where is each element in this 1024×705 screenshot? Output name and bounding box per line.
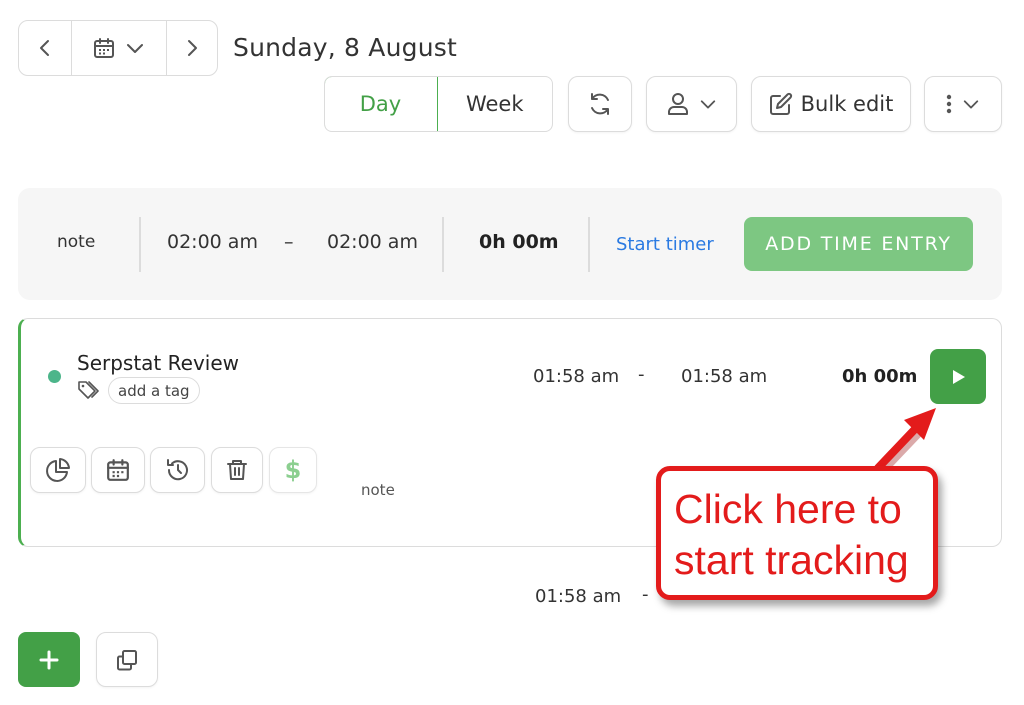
calendar-icon	[107, 459, 129, 481]
calendar-picker-button[interactable]	[71, 21, 166, 75]
callout-text: Click here to start tracking	[674, 484, 934, 586]
start-tracking-button[interactable]	[930, 349, 986, 404]
copy-icon	[117, 649, 137, 670]
entry-note[interactable]: note	[361, 481, 395, 499]
delete-button[interactable]	[211, 447, 263, 493]
end-time-input[interactable]: 02:00 am	[327, 231, 418, 253]
add-tag-button[interactable]: add a tag	[108, 377, 200, 404]
project-color-dot	[48, 370, 61, 383]
add-entry-button[interactable]	[18, 632, 80, 687]
user-icon	[667, 93, 688, 115]
duration-input[interactable]: 0h 00m	[479, 231, 559, 253]
chevron-left-icon	[40, 40, 49, 56]
bulk-edit-label: Bulk edit	[800, 92, 894, 116]
trash-icon	[227, 460, 247, 480]
plus-icon	[39, 650, 59, 669]
chevron-right-icon	[188, 40, 197, 56]
note-input[interactable]: note	[57, 232, 95, 252]
prev-day-button[interactable]	[19, 21, 71, 75]
play-icon	[953, 369, 965, 384]
tab-day[interactable]: Day	[325, 77, 438, 131]
entry-end-time[interactable]: 01:58 am	[681, 366, 767, 387]
kebab-icon	[946, 94, 952, 114]
date-button[interactable]	[91, 447, 145, 493]
user-filter-button[interactable]	[646, 76, 737, 132]
entry-duration[interactable]: 0h 00m	[842, 366, 917, 387]
calendar-icon	[94, 38, 114, 58]
tab-week[interactable]: Week	[438, 77, 553, 131]
callout-line-1: Click here to	[674, 486, 902, 532]
next-entry-start-time: 01:58 am	[535, 586, 622, 607]
bulk-edit-button[interactable]: Bulk edit	[751, 76, 911, 132]
chevron-down-icon	[700, 100, 715, 109]
dollar-icon: $	[284, 456, 302, 484]
duplicate-button[interactable]	[96, 632, 158, 687]
history-icon	[166, 459, 188, 481]
project-name[interactable]: Serpstat Review	[77, 351, 239, 375]
report-button[interactable]	[30, 447, 86, 493]
more-options-button[interactable]	[924, 76, 1002, 132]
time-separator: –	[284, 231, 294, 253]
callout-arrow	[874, 408, 936, 475]
divider	[442, 217, 444, 272]
add-time-entry-button[interactable]: ADD TIME ENTRY	[744, 217, 973, 271]
refresh-button[interactable]	[568, 76, 632, 132]
divider	[139, 217, 141, 272]
history-button[interactable]	[150, 447, 205, 493]
refresh-icon	[591, 93, 609, 115]
next-day-button[interactable]	[166, 21, 217, 75]
time-separator: -	[638, 364, 645, 385]
start-timer-link[interactable]: Start timer	[616, 234, 714, 255]
chevron-down-icon	[127, 44, 143, 53]
billable-button[interactable]: $	[269, 447, 317, 493]
date-navigation	[18, 20, 218, 76]
entry-start-time[interactable]: 01:58 am	[533, 366, 619, 387]
page-title: Sunday, 8 August	[233, 33, 457, 62]
view-toggle: Day Week	[324, 76, 553, 132]
pie-chart-icon	[46, 458, 70, 482]
tag-icon	[77, 380, 99, 400]
callout-line-2: start tracking	[674, 537, 909, 583]
divider	[588, 217, 590, 272]
chevron-down-icon	[963, 100, 979, 109]
edit-icon	[769, 92, 792, 115]
time-separator: -	[642, 584, 649, 605]
start-time-input[interactable]: 02:00 am	[167, 231, 258, 253]
